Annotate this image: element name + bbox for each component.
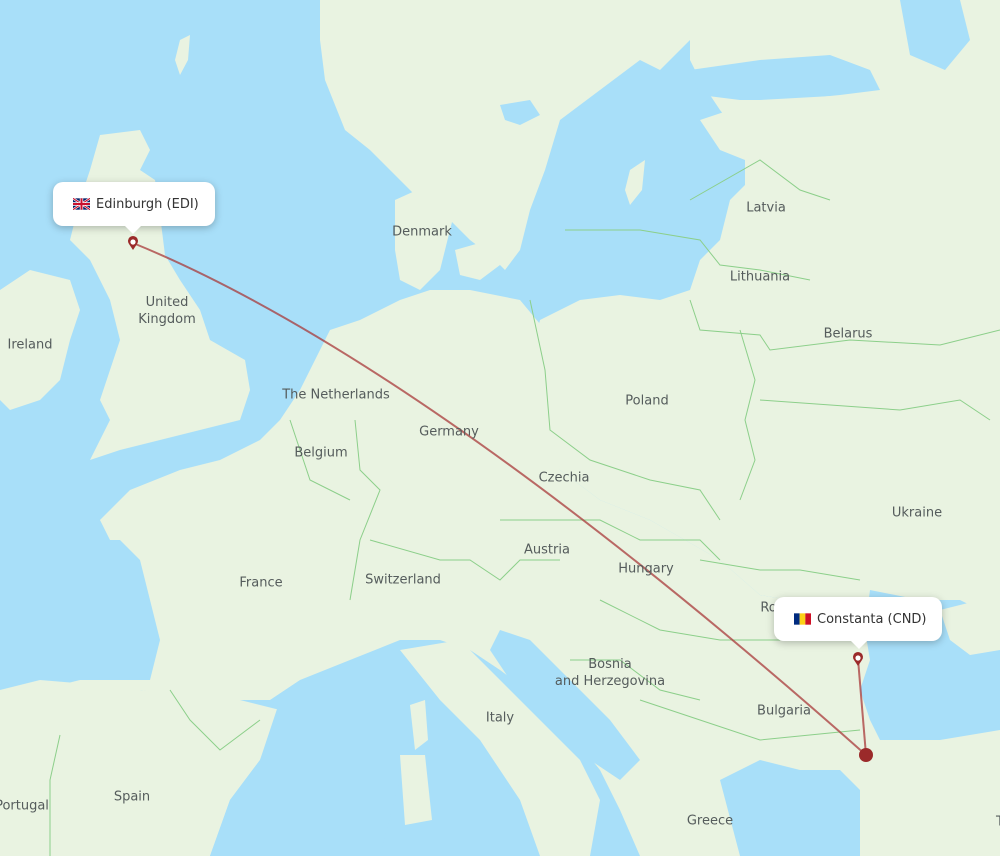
country-label-belarus: Belarus [823,326,873,342]
country-label-belgium: Belgium [294,445,348,461]
flight-route-edi-ist [132,242,867,756]
destination-airport-label: Constanta (CND) [817,611,927,627]
origin-pin-icon[interactable] [128,235,138,250]
country-label-germany: Germany [419,424,479,440]
country-label-bosnia: Bosnia and Herzegovina [554,657,666,689]
country-label-france: France [239,575,283,591]
flight-route-cnd-ist [857,658,867,756]
country-label-ireland: Ireland [7,337,53,353]
route-layer [128,235,873,762]
country-label-austria: Austria [524,542,570,558]
country-label-czechia: Czechia [538,470,590,486]
route-map[interactable]: Latvia Denmark Lithuania United Kingdom … [0,0,1000,856]
connection-hub-marker[interactable] [859,748,873,762]
country-label-portugal: Portugal [0,798,49,814]
country-label-ukraine: Ukraine [891,505,943,521]
country-label-turkey: T [996,814,1000,831]
country-label-netherlands: The Netherlands [282,387,390,403]
country-label-lithuania: Lithuania [729,269,791,285]
country-label-spain: Spain [113,789,151,805]
destination-airport-popup[interactable]: Constanta (CND) [774,597,942,641]
origin-airport-popup[interactable]: Edinburgh (EDI) [53,182,215,226]
country-label-denmark: Denmark [392,224,452,240]
destination-pin-icon[interactable] [853,652,863,666]
country-label-hungary: Hungary [618,561,674,577]
country-label-italy: Italy [485,710,515,726]
country-label-united-kingdom: United Kingdom [138,295,196,327]
country-label-bulgaria: Bulgaria [757,703,811,719]
origin-airport-label: Edinburgh (EDI) [96,196,199,212]
country-label-greece: Greece [686,813,734,829]
country-label-latvia: Latvia [746,200,786,216]
uk-flag-icon [73,198,90,210]
country-label-poland: Poland [625,393,669,409]
romania-flag-icon [794,613,811,625]
country-label-switzerland: Switzerland [365,572,441,588]
